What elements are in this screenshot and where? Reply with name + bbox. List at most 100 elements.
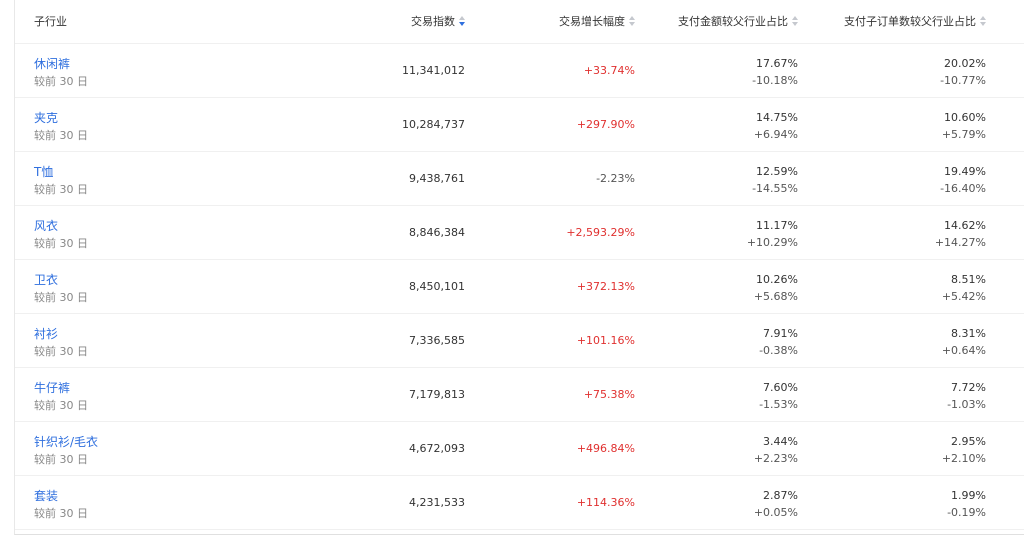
sub-industry-link[interactable]: 休闲裤 — [34, 55, 70, 72]
pay-share-cell: 2.87% +0.05% — [665, 476, 798, 540]
table-row: T恤较前 30 日 9,438,761 -2.23% 12.59% -14.55% 19.… — [15, 152, 1024, 206]
trade-growth-value: -2.23% — [596, 172, 635, 185]
order-share-delta: -0.19% — [947, 506, 986, 519]
pay-share-value: 7.60% — [763, 381, 798, 394]
order-share-delta: +14.27% — [934, 236, 986, 249]
pay-share-delta: +10.29% — [746, 236, 798, 249]
pay-share-value: 2.87% — [763, 489, 798, 502]
trade-growth-value: +33.74% — [583, 64, 635, 77]
table-row: 套装较前 30 日 4,231,533 +114.36% 2.87% +0.05% 1.9… — [15, 476, 1024, 530]
table-row: 夹克 较前 30 日 10,284,737 +297.90% 14.75% +6.94% 1… — [15, 98, 1024, 152]
trade-index-value: 7,179,813 — [409, 388, 465, 401]
order-share-delta: -10.77% — [940, 74, 986, 87]
trade-index-value: 7,336,585 — [409, 334, 465, 347]
order-share-value: 8.51% — [951, 273, 986, 286]
pay-share-delta: +0.05% — [753, 506, 798, 519]
table-row: 牛仔裤较前 30 日 7,179,813 +75.38% 7.60% -1.53% 7.7… — [15, 368, 1024, 422]
pay-share-delta: -0.38% — [759, 344, 798, 357]
table-row: 风衣较前 30 日 8,846,384 +2,593.29% 11.17% +10.29… — [15, 206, 1024, 260]
pay-share-delta: +6.94% — [753, 128, 798, 141]
sub-industry-link[interactable]: 针织衫/毛衣 — [34, 433, 98, 450]
sub-industry-link[interactable]: 牛仔裤 — [34, 379, 70, 396]
header-trade-index[interactable]: 交易指数 — [345, 0, 465, 43]
pay-share-value: 12.59% — [756, 165, 798, 178]
order-share-delta: +2.10% — [941, 452, 986, 465]
trade-growth-value: +101.16% — [576, 334, 635, 347]
order-share-value: 1.99% — [951, 489, 986, 502]
trade-growth-value: +75.38% — [583, 388, 635, 401]
order-share-delta: +0.64% — [941, 344, 986, 357]
order-share-delta: +5.42% — [941, 290, 986, 303]
order-share-value: 14.62% — [944, 219, 986, 232]
order-share-delta: -1.03% — [947, 398, 986, 411]
sub-industry-cell: 套装较前 30 日 — [34, 476, 234, 529]
order-share-value: 20.02% — [944, 57, 986, 70]
compare-period-label: 较前 30 日 — [34, 129, 88, 142]
table-row: 针织衫/毛衣 较前 30 日 4,672,093 +496.84% 3.44% +2.23… — [15, 422, 1024, 476]
table-header: 子行业 交易指数 交易增长幅度 支付金额较父行业占比 支付子订单数较父行业占比 — [15, 0, 1024, 44]
sub-industry-link[interactable]: 卫衣 — [34, 271, 58, 288]
sub-industry-cell: 牛仔裤较前 30 日 — [34, 368, 234, 421]
table-row: 休闲裤较前 30 日 11,341,012 +33.74% 17.67% -10.18%… — [15, 44, 1024, 98]
industry-table: 子行业 交易指数 交易增长幅度 支付金额较父行业占比 支付子订单数较父行业占比 … — [14, 0, 1024, 535]
sub-industry-link[interactable]: 套装 — [34, 487, 58, 504]
trade-growth-value: +2,593.29% — [566, 226, 635, 239]
trade-growth-value: +114.36% — [576, 496, 635, 509]
sub-industry-cell: 风衣较前 30 日 — [34, 206, 234, 259]
trade-index-value: 11,341,012 — [402, 64, 465, 77]
trade-index-value: 10,284,737 — [402, 118, 465, 131]
table-row: 卫衣较前 30 日 8,450,101 +372.13% 10.26% +5.68% 8.… — [15, 260, 1024, 314]
compare-period-label: 较前 30 日 — [34, 291, 88, 304]
compare-period-label: 较前 30 日 — [34, 345, 88, 358]
pay-share-value: 7.91% — [763, 327, 798, 340]
sort-icon[interactable] — [792, 16, 798, 26]
pay-share-delta: +2.23% — [753, 452, 798, 465]
trade-index-value: 9,438,761 — [409, 172, 465, 185]
sort-icon[interactable] — [980, 16, 986, 26]
pay-share-value: 17.67% — [756, 57, 798, 70]
order-share-value: 7.72% — [951, 381, 986, 394]
sort-icon[interactable] — [459, 16, 465, 26]
header-order-share[interactable]: 支付子订单数较父行业占比 — [835, 0, 986, 43]
pay-share-delta: -10.18% — [752, 74, 798, 87]
pay-share-delta: -1.53% — [759, 398, 798, 411]
compare-period-label: 较前 30 日 — [34, 507, 88, 520]
trade-growth-value: +496.84% — [576, 442, 635, 455]
order-share-cell: 1.99% -0.19% — [835, 476, 986, 540]
sub-industry-link[interactable]: T恤 — [34, 163, 53, 180]
sub-industry-cell: 针织衫/毛衣较前 30 日 — [34, 422, 234, 475]
compare-period-label: 较前 30 日 — [34, 237, 88, 250]
pay-share-value: 10.26% — [756, 273, 798, 286]
trade-index-value: 8,450,101 — [409, 280, 465, 293]
order-share-value: 2.95% — [951, 435, 986, 448]
header-pay-share[interactable]: 支付金额较父行业占比 — [665, 0, 798, 43]
pay-share-value: 11.17% — [756, 219, 798, 232]
pay-share-delta: -14.55% — [752, 182, 798, 195]
order-share-value: 10.60% — [944, 111, 986, 124]
trade-index-value: 8,846,384 — [409, 226, 465, 239]
order-share-delta: -16.40% — [940, 182, 986, 195]
compare-period-label: 较前 30 日 — [34, 453, 88, 466]
compare-period-label: 较前 30 日 — [34, 183, 88, 196]
pay-share-value: 3.44% — [763, 435, 798, 448]
sub-industry-link[interactable]: 夹克 — [34, 109, 58, 126]
pay-share-value: 14.75% — [756, 111, 798, 124]
sub-industry-link[interactable]: 风衣 — [34, 217, 58, 234]
compare-period-label: 较前 30 日 — [34, 75, 88, 88]
order-share-value: 19.49% — [944, 165, 986, 178]
trade-growth-value: +372.13% — [576, 280, 635, 293]
sub-industry-cell: T恤较前 30 日 — [34, 152, 234, 205]
header-trade-growth[interactable]: 交易增长幅度 — [515, 0, 635, 43]
pay-share-delta: +5.68% — [753, 290, 798, 303]
sub-industry-cell: 卫衣较前 30 日 — [34, 260, 234, 313]
trade-index-value: 4,231,533 — [409, 496, 465, 509]
compare-period-label: 较前 30 日 — [34, 399, 88, 412]
sort-icon[interactable] — [629, 16, 635, 26]
sub-industry-link[interactable]: 衬衫 — [34, 325, 58, 342]
header-sub-industry: 子行业 — [34, 15, 67, 28]
sub-industry-cell: 夹克较前 30 日 — [34, 98, 234, 151]
order-share-value: 8.31% — [951, 327, 986, 340]
order-share-delta: +5.79% — [941, 128, 986, 141]
table-row: 衬衫较前 30 日 7,336,585 +101.16% 7.91% -0.38% 8.3… — [15, 314, 1024, 368]
sub-industry-cell: 衬衫较前 30 日 — [34, 314, 234, 367]
